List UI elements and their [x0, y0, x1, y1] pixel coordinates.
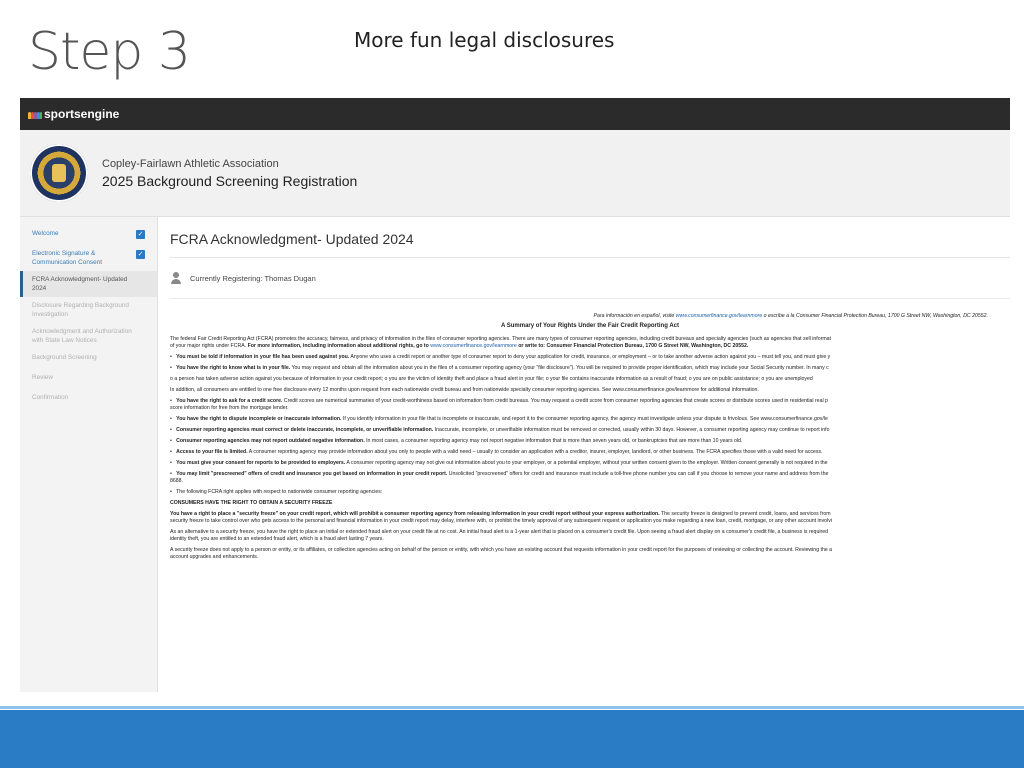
- registration-header: Copley-Fairlawn Athletic Association 202…: [20, 130, 1010, 217]
- doc-text: You have the right to ask for a credit s…: [176, 398, 283, 404]
- spanish-text: o escribe a la Consumer Financial Protec…: [762, 313, 988, 319]
- doc-paragraph: As an alternative to a security freeze, …: [170, 529, 1010, 543]
- sidebar-item-label: Welcome: [32, 230, 59, 237]
- sidebar-item-welcome[interactable]: Welcome ✓: [20, 225, 157, 245]
- doc-paragraph: • Access to your file is limited. A cons…: [170, 449, 823, 455]
- doc-paragraph: In addition, all consumers are entitled …: [170, 387, 759, 393]
- doc-paragraph: • You have the right to know what is in …: [170, 365, 829, 371]
- slide-title: Step 3: [28, 22, 191, 82]
- doc-paragraph: • You may limit "prescreened" offers of …: [170, 471, 829, 484]
- nbc-peacock-icon: [28, 110, 42, 119]
- sidebar-item-label: Background Screening: [32, 354, 97, 361]
- doc-paragraph: • You must be told if information in you…: [170, 354, 831, 360]
- doc-paragraph: o a person has taken adverse action agai…: [170, 376, 813, 382]
- doc-paragraph: You have a right to place a "security fr…: [170, 511, 1010, 525]
- brand-name: sportsengine: [44, 107, 120, 121]
- doc-paragraph: • You must give your consent for reports…: [170, 460, 828, 466]
- sidebar-item-review: Review: [20, 369, 157, 389]
- doc-text: You have the right to dispute incomplete…: [176, 416, 342, 422]
- doc-text: security freeze to take control over who…: [170, 518, 832, 524]
- sidebar-item-confirmation: Confirmation: [20, 389, 157, 409]
- registering-banner: Currently Registering: Thomas Dugan: [170, 258, 1010, 299]
- checkbox-checked-icon: ✓: [136, 250, 145, 259]
- learnmore-link[interactable]: www.consumerfinance.gov/learnmore: [430, 343, 517, 349]
- doc-paragraph: • The following FCRA right applies with …: [170, 489, 383, 495]
- doc-paragraph: The federal Fair Credit Reporting Act (F…: [170, 336, 1010, 350]
- doc-text: identity theft, you are entitled to an e…: [170, 536, 384, 542]
- doc-text: In most cases, a consumer reporting agen…: [364, 438, 743, 444]
- sidebar-item-label: FCRA Acknowledgment- Updated 2024: [32, 276, 128, 292]
- doc-text: For more information, including informat…: [247, 343, 431, 349]
- organization-logo-icon: [30, 144, 88, 202]
- doc-text: You may request and obtain all the infor…: [290, 365, 829, 371]
- doc-text: Unsolicited "prescreened" offers for cre…: [447, 471, 829, 477]
- doc-paragraph: • You have the right to ask for a credit…: [170, 398, 828, 411]
- footer-accent-line: [0, 706, 1024, 709]
- doc-text: A consumer reporting agency may not give…: [345, 460, 828, 466]
- doc-text: 8688.: [170, 478, 183, 484]
- doc-paragraph: A security freeze does not apply to a pe…: [170, 547, 1010, 561]
- fcra-document[interactable]: Para información en español, visite www.…: [170, 299, 1010, 565]
- doc-text: The security freeze is designed to preve…: [659, 511, 831, 517]
- doc-text: of your major rights under FCRA.: [170, 343, 248, 349]
- doc-paragraph: • Consumer reporting agencies may not re…: [170, 438, 743, 444]
- doc-paragraph: • You have the right to dispute incomple…: [170, 416, 828, 422]
- doc-text: If you identify information in your file…: [341, 416, 828, 422]
- doc-text: Inaccurate, incomplete, or unverifiable …: [433, 427, 830, 433]
- screenshot-frame: sportsengine Copley-Fairlawn Athletic As…: [20, 98, 1010, 692]
- doc-paragraph: • Consumer reporting agencies must corre…: [170, 427, 830, 433]
- doc-text: You have a right to place a "security fr…: [170, 511, 660, 517]
- sidebar-item-fcra-acknowledgment[interactable]: FCRA Acknowledgment- Updated 2024: [20, 271, 157, 297]
- doc-text: Anyone who uses a credit report or anoth…: [349, 354, 831, 360]
- steps-sidebar: Welcome ✓ Electronic Signature & Communi…: [20, 217, 158, 692]
- sidebar-item-disclosure: Disclosure Regarding Background Investig…: [20, 297, 157, 323]
- sidebar-item-label: Confirmation: [32, 394, 69, 401]
- slide-subtitle: More fun legal disclosures: [354, 28, 615, 52]
- sidebar-item-label: Review: [32, 374, 53, 381]
- doc-text: or write to: Consumer Financial Protecti…: [516, 343, 749, 349]
- doc-text: Credit scores are numerical summaries of…: [282, 398, 828, 404]
- doc-text: Access to your file is limited.: [176, 449, 248, 455]
- registering-label: Currently Registering: Thomas Dugan: [190, 273, 316, 283]
- doc-text: account upgrades and enhancements.: [170, 554, 259, 560]
- sidebar-item-label: Acknowledgment and Authorization with St…: [32, 328, 132, 344]
- checkbox-checked-icon: ✓: [136, 230, 145, 239]
- sidebar-item-label: Disclosure Regarding Background Investig…: [32, 302, 129, 318]
- doc-text: Consumer reporting agencies must correct…: [176, 427, 434, 433]
- sidebar-item-esign-consent[interactable]: Electronic Signature & Communication Con…: [20, 245, 157, 271]
- doc-text: As an alternative to a security freeze, …: [170, 529, 828, 535]
- registration-title: 2025 Background Screening Registration: [102, 172, 358, 189]
- main-content: FCRA Acknowledgment- Updated 2024 Curren…: [158, 217, 1010, 692]
- doc-text: score information for free from the mort…: [170, 405, 289, 411]
- doc-heading: CONSUMERS HAVE THE RIGHT TO OBTAIN A SEC…: [170, 500, 333, 506]
- doc-text: A consumer reporting agency may provide …: [247, 449, 823, 455]
- spanish-text: Para información en español, visite: [593, 313, 676, 319]
- doc-text: The federal Fair Credit Reporting Act (F…: [170, 336, 831, 342]
- brand-logo[interactable]: sportsengine: [28, 107, 119, 121]
- summary-title: A Summary of Your Rights Under the Fair …: [500, 323, 680, 329]
- doc-text: Consumer reporting agencies may not repo…: [176, 438, 365, 444]
- footer-band: [0, 710, 1024, 768]
- doc-text: A security freeze does not apply to a pe…: [170, 547, 833, 553]
- sidebar-item-authorization: Acknowledgment and Authorization with St…: [20, 323, 157, 349]
- spanish-notice: Para información en español, visite www.…: [170, 313, 1010, 320]
- sidebar-item-background-screening: Background Screening: [20, 349, 157, 369]
- organization-name: Copley-Fairlawn Athletic Association: [102, 157, 279, 170]
- doc-text: You may limit "prescreened" offers of cr…: [176, 471, 448, 477]
- doc-text: You must be told if information in your …: [176, 354, 350, 360]
- page-title: FCRA Acknowledgment- Updated 2024: [170, 217, 1010, 258]
- topbar: sportsengine: [20, 98, 1010, 130]
- spanish-link[interactable]: www.consumerfinance.gov/learnmore: [676, 313, 763, 319]
- sidebar-item-label: Electronic Signature & Communication Con…: [32, 250, 102, 266]
- user-icon: [170, 272, 182, 284]
- doc-text: The following FCRA right applies with re…: [176, 489, 383, 495]
- doc-text: You have the right to know what is in yo…: [176, 365, 291, 371]
- doc-text: You must give your consent for reports t…: [176, 460, 346, 466]
